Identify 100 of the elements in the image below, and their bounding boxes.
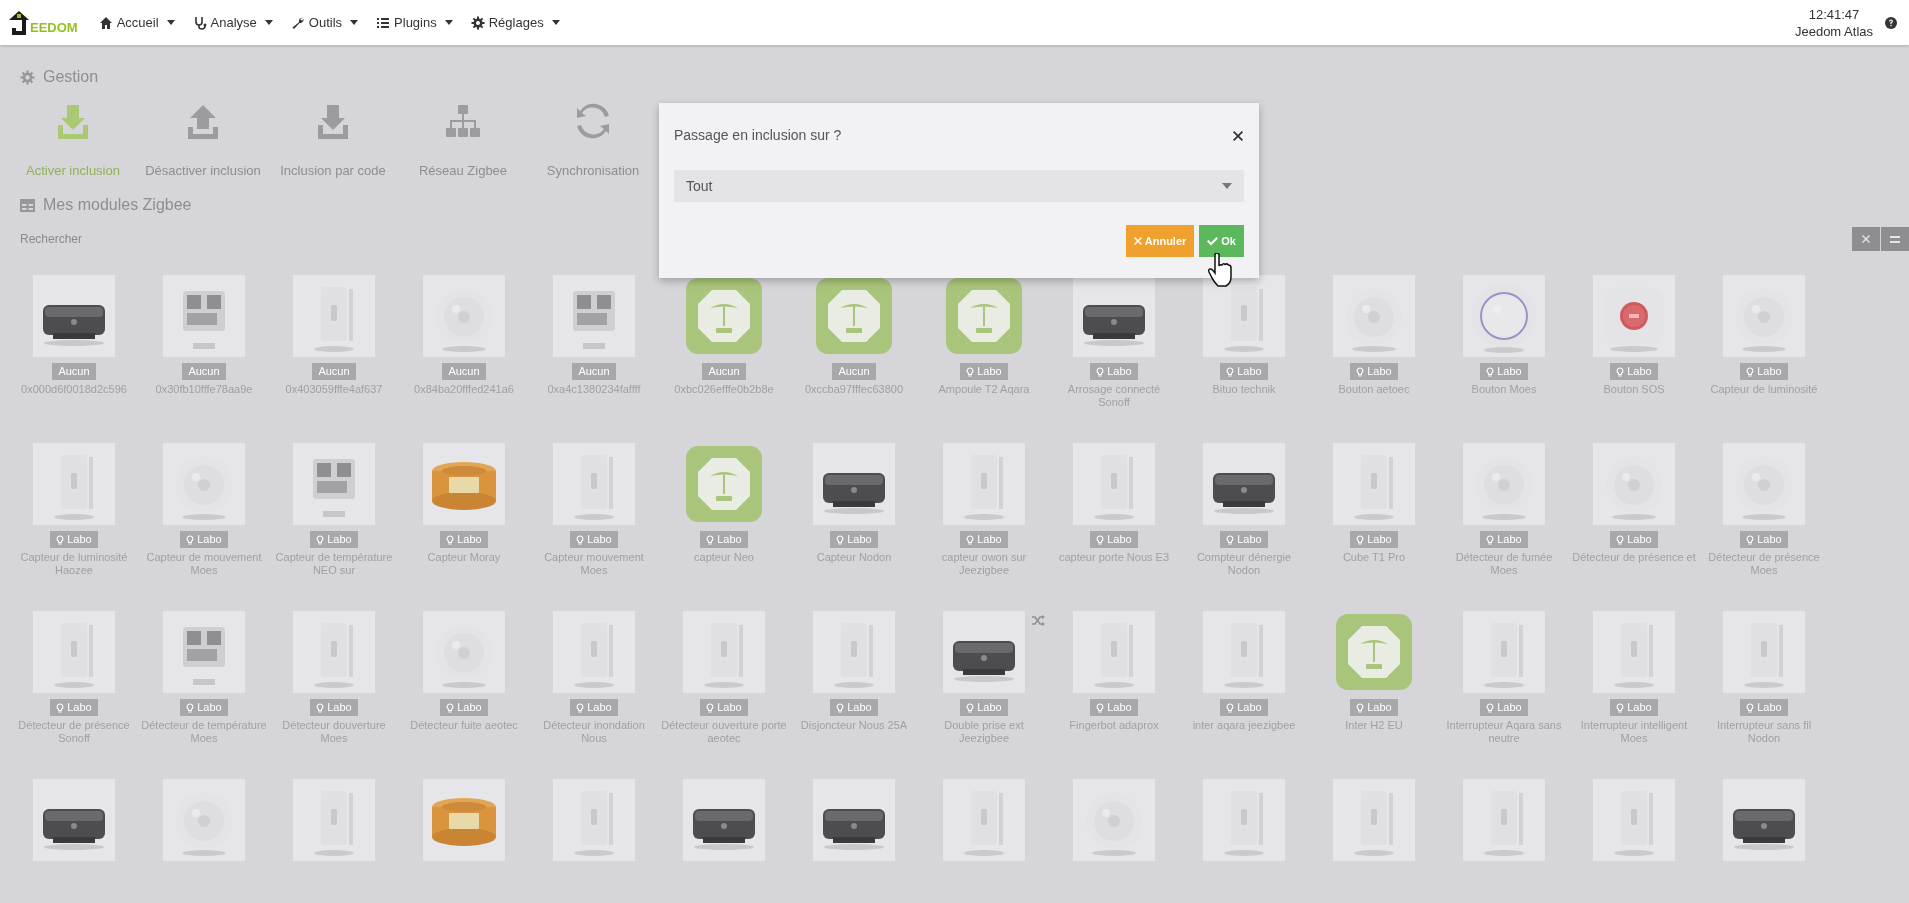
status-badge: Labo [50,531,98,548]
lightbulb-icon [1356,366,1365,377]
lightbulb-icon [446,534,455,545]
nav-menu[interactable]: Plugins [367,12,462,33]
logo-text: EEDOM [30,20,78,34]
lightbulb-icon [186,534,195,545]
status-badge: Labo [960,363,1008,380]
lightbulb-icon [1096,702,1105,713]
status-badge: Labo [310,531,358,548]
section-title: Gestion [43,67,99,87]
lightbulb-icon [1226,534,1235,545]
settings-icon [470,15,485,30]
lightbulb-icon [1616,702,1625,713]
lightbulb-icon [576,702,585,713]
ok-button[interactable]: Ok [1199,225,1244,257]
close-button[interactable] [1232,129,1244,142]
clock-time: 12:41:47 [1808,5,1860,23]
select-field[interactable]: Tout [674,170,1244,202]
select-value: Tout [686,176,713,196]
device-placeholder-icon [686,446,762,522]
status-badge: Labo [1350,363,1398,380]
status-badge: Labo [1740,699,1788,716]
status-badge: Labo [1610,363,1658,380]
status-badge: Labo [700,531,748,548]
status-badge: Aucun [832,363,876,380]
status-badge: Labo [1090,531,1138,548]
cancel-button[interactable]: Annuler [1125,225,1195,257]
caret-icon [166,20,175,25]
settings-icon [20,69,35,85]
lightbulb-icon [316,702,325,713]
status-badge: Aucun [182,363,226,380]
table-icon [20,198,35,212]
status-badge: Labo [960,699,1008,716]
lightbulb-icon [966,366,975,377]
nav-menu[interactable]: Outils [281,12,368,33]
clear-button[interactable] [1852,227,1880,251]
status-badge: Labo [310,699,358,716]
check-icon [1207,236,1219,246]
action-button[interactable]: Réseau Zigbee [418,161,508,181]
lightbulb-icon [1096,366,1105,377]
status-badge: Aucun [52,363,96,380]
status-badge: Labo [440,531,488,548]
lightbulb-icon [1616,366,1625,377]
lightbulb-icon [1486,702,1495,713]
lightbulb-icon [836,702,845,713]
lightbulb-icon [186,702,195,713]
status-badge: Labo [570,531,618,548]
action-button[interactable]: Désactiver inclusion [145,161,261,181]
lightbulb-icon [1226,702,1235,713]
status-badge: Labo [1480,531,1528,548]
wrench-icon [290,15,305,30]
status-badge: Labo [830,699,878,716]
status-badge: Labo [700,699,748,716]
caret-icon [444,20,453,25]
status-badge: Labo [440,699,488,716]
lightbulb-icon [316,534,325,545]
lightbulb-icon [966,702,975,713]
status-badge: Labo [1740,531,1788,548]
sync-icon [574,103,612,141]
toggle-button[interactable] [1881,227,1909,251]
modal-title: Passage en inclusion sur ? [674,126,842,145]
section-title: Mes modules Zigbee [43,195,192,215]
lightbulb-icon [706,702,715,713]
status-badge: Labo [960,531,1008,548]
nav-menu[interactable]: Accueil [89,12,184,33]
lightbulb-icon [706,534,715,545]
status-badge: Aucun [312,363,356,380]
caret-icon [350,20,359,25]
lightbulb-icon [446,702,455,713]
status-badge: Labo [1090,363,1138,380]
lightbulb-icon [56,702,65,713]
list-icon [376,15,391,30]
status-badge: Labo [1610,531,1658,548]
action-button[interactable]: Inclusion par code [280,161,386,181]
status-badge: Labo [1480,699,1528,716]
status-badge: Labo [1480,363,1528,380]
help-icon [1885,16,1897,29]
status-badge: Labo [1610,699,1658,716]
lightbulb-icon [1486,366,1495,377]
status-badge: Labo [1220,699,1268,716]
user-name[interactable]: Jeedom Atlas [1794,22,1873,40]
status-badge: Labo [570,699,618,716]
device-placeholder-icon [816,278,892,354]
status-badge: Labo [1090,699,1138,716]
status-badge: Labo [1350,531,1398,548]
lightbulb-icon [1746,702,1755,713]
lightbulb-icon [1356,702,1365,713]
nav-menu[interactable]: Analyse [183,12,282,33]
house-logo-icon [8,9,30,36]
lightbulb-icon [576,534,585,545]
device-placeholder-icon [1336,614,1412,690]
status-badge: Labo [1220,531,1268,548]
status-badge: Labo [830,531,878,548]
action-button[interactable]: Activer inclusion [26,161,120,181]
hand-cursor-icon [1208,253,1234,287]
status-badge: Labo [180,699,228,716]
action-button[interactable]: Synchronisation [546,161,640,181]
status-badge: Aucun [702,363,746,380]
nav-menu[interactable]: Réglages [461,12,569,33]
device-placeholder-icon [686,278,762,354]
